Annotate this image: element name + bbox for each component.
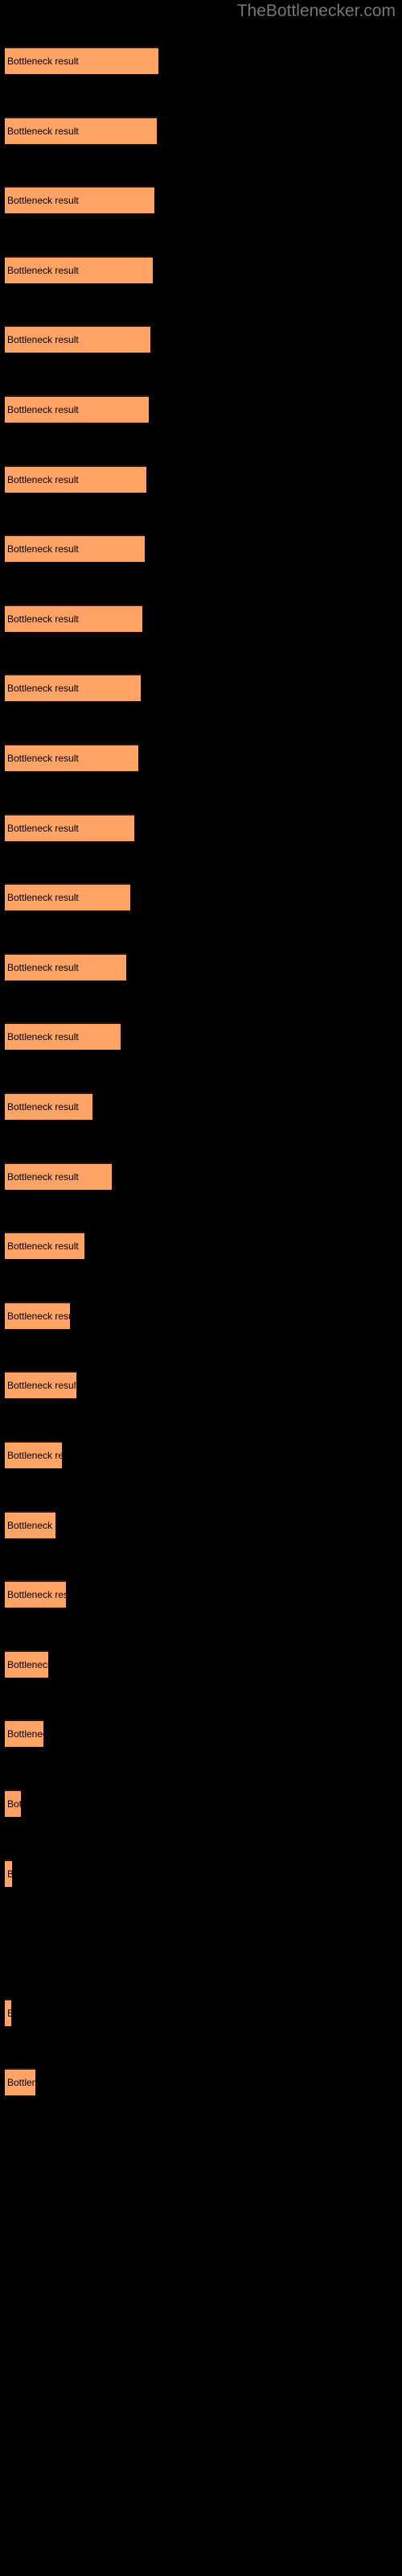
bar-label: Bottleneck result: [7, 1798, 21, 1810]
bar-bottleneck-result[interactable]: Bottleneck result: [5, 604, 142, 632]
bar-bottleneck-result[interactable]: Bottleneck result: [5, 1790, 21, 1817]
bar-bottleneck-result[interactable]: Bottleneck result: [5, 1510, 55, 1538]
bar-bottleneck-result[interactable]: Bottleneck result: [5, 1301, 70, 1329]
bar-row: Bottleneck result: [0, 535, 402, 563]
bar-bottleneck-result[interactable]: Bottleneck result: [5, 1859, 12, 1887]
plot-area: Bottleneck result Bottleneck result Bottle…: [0, 0, 402, 2576]
bar-bottleneck-result[interactable]: Bottleneck result: [5, 1441, 62, 1468]
bar-bottleneck-result[interactable]: Bottleneck result: [5, 674, 141, 702]
bar-label: Bottleneck result: [7, 56, 79, 67]
bar-label: Bottleneck result: [7, 404, 79, 415]
bar-bottleneck-result[interactable]: Bottleneck result: [5, 1998, 11, 2026]
bar-row: Bottleneck result: [0, 255, 402, 283]
bar-bottleneck-result[interactable]: Bottleneck result: [5, 1232, 84, 1260]
bar-bottleneck-result[interactable]: Bottleneck result: [5, 535, 145, 563]
bar-row: Bottleneck result: [0, 1649, 402, 1678]
bar-label: Bottleneck result: [7, 543, 79, 555]
bar-row: Bottleneck result: [0, 604, 402, 632]
bar-label: Bottleneck result: [7, 1728, 43, 1740]
bar-bottleneck-result[interactable]: Bottleneck result: [5, 395, 149, 423]
bar-row: [0, 1929, 402, 1956]
bar-row: Bottleneck result: [0, 186, 402, 214]
bar-label: Bottleneck result: [7, 1101, 79, 1113]
bar-bottleneck-result[interactable]: Bottleneck result: [5, 1580, 66, 1608]
bar-bottleneck-result[interactable]: Bottleneck result: [5, 744, 138, 771]
bar-bottleneck-result[interactable]: Bottleneck result: [5, 186, 154, 214]
bar-row: Bottleneck result: [0, 1301, 402, 1329]
bar-bottleneck-result[interactable]: Bottleneck result: [5, 464, 146, 493]
bar-label: Bottleneck result: [7, 961, 79, 973]
bar-bottleneck-result[interactable]: Bottleneck result: [5, 952, 126, 980]
bar-label: Bottleneck result: [7, 1450, 62, 1461]
bar-row: Bottleneck result: [0, 1022, 402, 1051]
bar-label: Bottleneck result: [7, 334, 79, 346]
bar-label: Bottleneck result: [7, 1519, 55, 1531]
bar-row: Bottleneck result: [0, 674, 402, 702]
bar-row: Bottleneck result: [0, 1092, 402, 1120]
bar-label: Bottleneck result: [7, 264, 79, 276]
bar-row: Bottleneck result: [0, 116, 402, 144]
bar-row: Bottleneck result: [0, 883, 402, 911]
bar-label: Bottleneck result: [7, 1170, 79, 1183]
bar-bottleneck-result[interactable]: Bottleneck result: [5, 2068, 35, 2096]
bar-row: Bottleneck result: [0, 952, 402, 980]
bar-row: Bottleneck result: [0, 1790, 402, 1817]
bar-label: Bottleneck result: [7, 2077, 35, 2089]
bar-row: Bottleneck result: [0, 1859, 402, 1887]
bar-bottleneck-result[interactable]: Bottleneck result: [5, 325, 150, 353]
bar-row: Bottleneck result: [0, 1441, 402, 1468]
bar-label: Bottleneck result: [7, 2008, 11, 2019]
bar-bottleneck-result[interactable]: Bottleneck result: [5, 116, 157, 144]
bar-bottleneck-result[interactable]: Bottleneck result: [5, 883, 130, 911]
bar-row: Bottleneck result: [0, 2068, 402, 2096]
bar-row: Bottleneck result: [0, 1232, 402, 1260]
bottleneck-bar-chart: TheBottlenecker.com Bottleneck result Bot…: [0, 0, 402, 2576]
bar-bottleneck-result[interactable]: Bottleneck result: [5, 1092, 92, 1120]
bar-row: Bottleneck result: [0, 464, 402, 493]
bar-label: Bottleneck result: [7, 1868, 12, 1880]
bar-label: Bottleneck result: [7, 822, 79, 834]
bar-bottleneck-result[interactable]: Bottleneck result: [5, 1371, 76, 1399]
bar-label: Bottleneck result: [7, 613, 79, 625]
bar-label: Bottleneck result: [7, 473, 79, 485]
bar-label: Bottleneck result: [7, 1031, 79, 1043]
bar-row: Bottleneck result: [0, 1719, 402, 1748]
bar-row: Bottleneck result: [0, 1371, 402, 1399]
bar-bottleneck-result[interactable]: Bottleneck result: [5, 1162, 112, 1190]
bar-row: Bottleneck result: [0, 1162, 402, 1190]
bar-label: Bottleneck result: [7, 1658, 48, 1670]
bar-label: Bottleneck result: [7, 892, 79, 904]
bar-row: Bottleneck result: [0, 47, 402, 74]
bar-bottleneck-result[interactable]: Bottleneck result: [5, 1022, 121, 1051]
bar-label: Bottleneck result: [7, 1241, 79, 1253]
bar-row: Bottleneck result: [0, 813, 402, 841]
bar-row: Bottleneck result: [0, 1998, 402, 2026]
bar-bottleneck-result[interactable]: Bottleneck result: [5, 1719, 43, 1748]
bar-row: Bottleneck result: [0, 1580, 402, 1608]
bar-label: Bottleneck result: [7, 1380, 76, 1392]
bar-bottleneck-result[interactable]: Bottleneck result: [5, 255, 153, 283]
bar-row: Bottleneck result: [0, 1510, 402, 1538]
bar-row: Bottleneck result: [0, 325, 402, 353]
bar-label: Bottleneck result: [7, 125, 79, 137]
bar-row: Bottleneck result: [0, 744, 402, 771]
bar-bottleneck-result[interactable]: Bottleneck result: [5, 1649, 48, 1678]
bar-label: Bottleneck result: [7, 683, 79, 695]
bar-row: Bottleneck result: [0, 395, 402, 423]
bar-label: Bottleneck result: [7, 1589, 66, 1601]
bar-bottleneck-result[interactable]: Bottleneck result: [5, 813, 134, 841]
bar-label: Bottleneck result: [7, 195, 79, 207]
bar-label: Bottleneck result: [7, 753, 79, 764]
bar-label: Bottleneck result: [7, 1310, 70, 1322]
bar-bottleneck-result[interactable]: Bottleneck result: [5, 47, 158, 74]
